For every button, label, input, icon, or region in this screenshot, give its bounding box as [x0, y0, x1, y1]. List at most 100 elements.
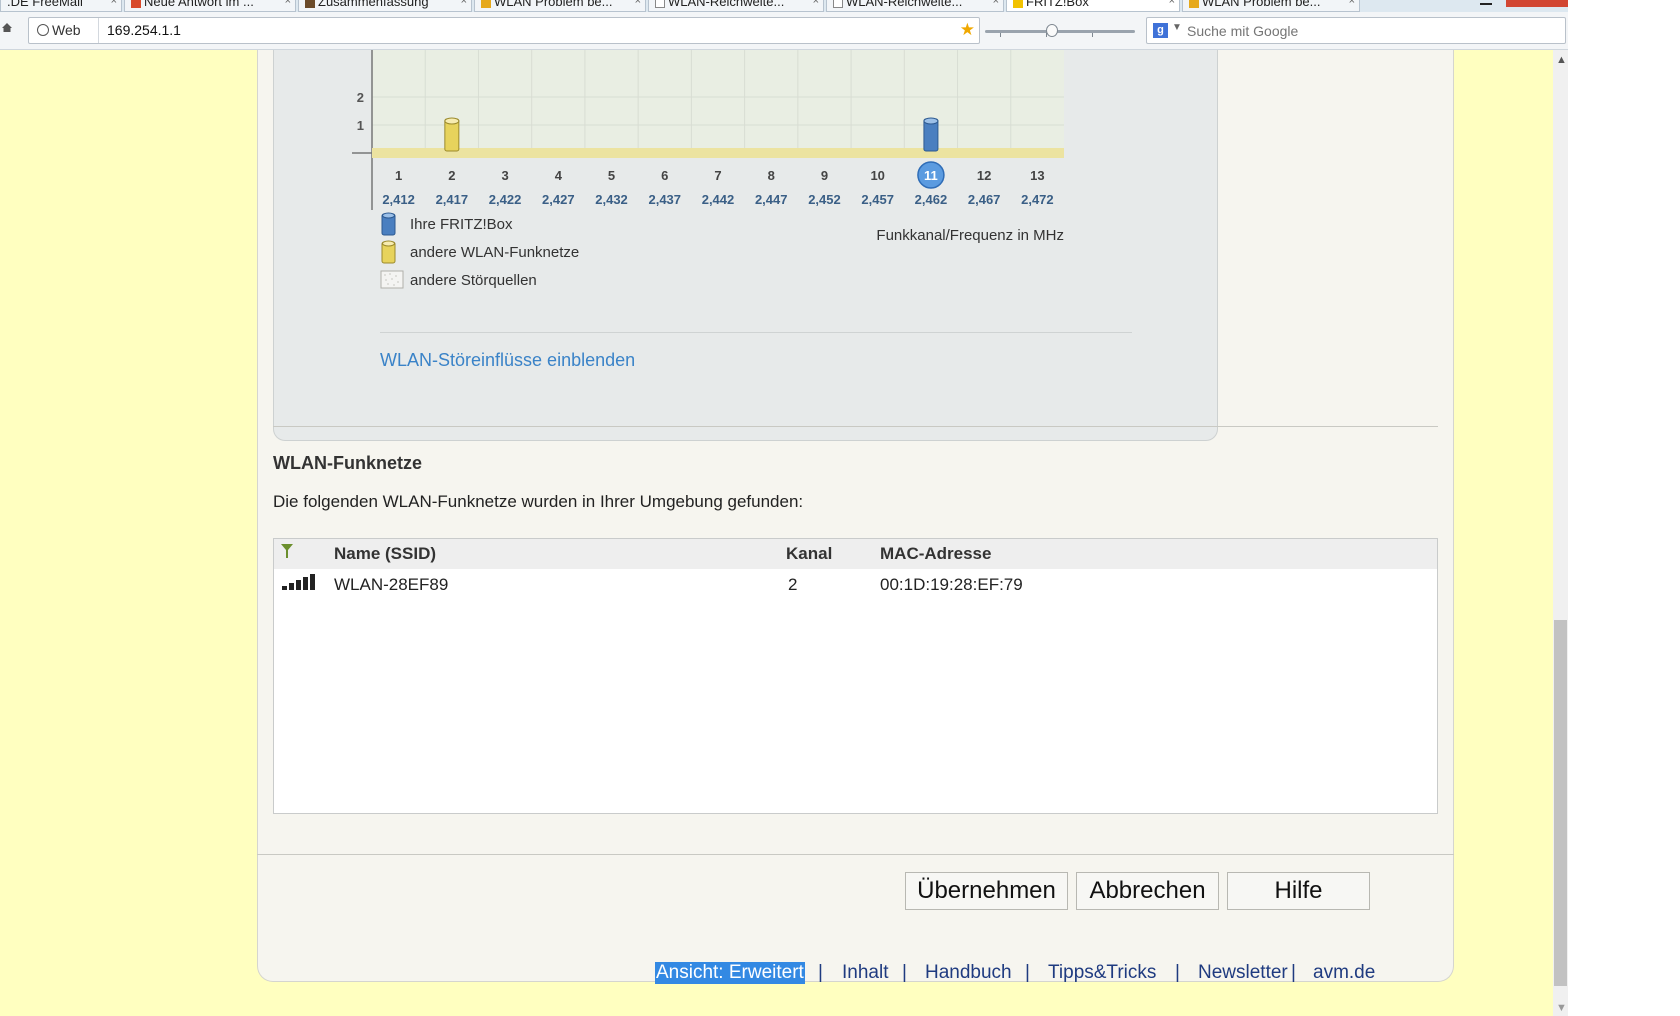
table-header: Name (SSID) Kanal MAC-Adresse [274, 539, 1437, 569]
tab-label: Neue Antwort im ... [144, 0, 254, 9]
frequency-tick-label: 2,422 [489, 192, 522, 207]
footer-separator: | [1025, 962, 1030, 983]
antenna-icon[interactable] [280, 543, 294, 559]
search-box[interactable]: g ▼ [1146, 17, 1566, 44]
tab-label: WLAN-Reichweite... [846, 0, 963, 9]
channel-tick-label: 1 [395, 168, 402, 183]
baseline-band [372, 148, 1064, 158]
frequency-tick-label: 2,437 [648, 192, 681, 207]
frequency-tick-label: 2,447 [755, 192, 788, 207]
tab-label: Zusammenfassung [318, 0, 429, 9]
frequency-tick-label: 2,467 [968, 192, 1001, 207]
channel-tick-label: 10 [870, 168, 884, 183]
scrollbar-thumb[interactable] [1554, 620, 1567, 986]
divider [380, 332, 1132, 333]
footer-link-manual[interactable]: Handbuch [925, 962, 1012, 984]
browser-tab[interactable]: Zusammenfassung × [298, 0, 472, 12]
channel-tick-label: 6 [661, 168, 668, 183]
channel-tick-label: 13 [1030, 168, 1044, 183]
google-icon[interactable]: g [1153, 23, 1168, 38]
legend-item: andere Störquellen [380, 270, 680, 296]
close-icon[interactable]: × [1169, 0, 1175, 7]
interference-pattern-icon [380, 270, 404, 289]
channel-tick-label: 11 [924, 168, 938, 183]
close-icon[interactable]: × [1349, 0, 1355, 7]
legend-label: Ihre FRITZ!Box [410, 216, 513, 233]
close-icon[interactable]: × [111, 0, 117, 7]
browser-tab[interactable]: Neue Antwort im ... × [124, 0, 296, 12]
footer-link-avm[interactable]: avm.de [1313, 962, 1375, 984]
browser-tab[interactable]: WLAN-Reichweite... × [826, 0, 1004, 12]
close-icon[interactable]: × [813, 0, 819, 7]
identity-label: Web [52, 22, 81, 38]
footer-separator: | [1291, 962, 1296, 983]
site-identity-button[interactable]: Web [29, 18, 99, 43]
legend-label: andere WLAN-Funknetze [410, 244, 580, 261]
page-icon [833, 0, 843, 8]
browser-tab[interactable]: WLAN Problem be... × [474, 0, 646, 12]
home-icon[interactable] [2, 23, 12, 32]
frequency-tick-label: 2,412 [382, 192, 415, 207]
zoom-slider-handle[interactable] [1046, 24, 1058, 37]
signal-bar [282, 586, 287, 590]
browser-tab[interactable]: .DE FreeMail × [0, 0, 122, 12]
column-header-channel[interactable]: Kanal [786, 544, 832, 564]
column-header-name[interactable]: Name (SSID) [334, 544, 436, 564]
browser-tab-active[interactable]: FRITZ!Box × [1006, 0, 1180, 12]
channel-tick-label: 3 [501, 168, 508, 183]
frequency-tick-label: 2,457 [861, 192, 894, 207]
divider [257, 854, 1454, 855]
tab-strip: .DE FreeMail × Neue Antwort im ... × Zusam… [0, 0, 1568, 12]
site-icon [131, 0, 141, 8]
legend-item: Ihre FRITZ!Box [380, 212, 680, 240]
channel-tick-label: 4 [555, 168, 563, 183]
page-icon [655, 0, 665, 8]
scroll-up-icon[interactable]: ▲ [1556, 54, 1567, 66]
scroll-down-icon[interactable]: ▼ [1556, 1002, 1567, 1014]
show-interference-link[interactable]: WLAN-Störeinflüsse einblenden [380, 350, 635, 371]
site-icon [305, 0, 315, 8]
channel-tick-label: 12 [977, 168, 991, 183]
tab-label: WLAN-Reichweite... [668, 0, 785, 9]
footer-nav: Ansicht: Erweitert | Inhalt | Handbuch |… [0, 962, 1553, 988]
zoom-tick [1092, 33, 1093, 37]
channel-tick-label: 5 [608, 168, 615, 183]
chevron-down-icon[interactable]: ▼ [1172, 22, 1182, 33]
help-button[interactable]: Hilfe [1227, 872, 1370, 910]
minimize-icon[interactable] [1480, 3, 1492, 5]
channel-tick-label: 2 [448, 168, 455, 183]
footer-link-view[interactable]: Ansicht: Erweitert [655, 962, 805, 984]
browser-tab[interactable]: WLAN Problem be... × [1182, 0, 1360, 12]
footer-link-newsletter[interactable]: Newsletter [1198, 962, 1288, 984]
close-icon[interactable]: × [635, 0, 641, 7]
close-icon[interactable]: × [993, 0, 999, 7]
frequency-tick-label: 2,442 [702, 192, 735, 207]
footer-separator: | [818, 962, 823, 983]
footer-link-content[interactable]: Inhalt [842, 962, 888, 984]
close-icon[interactable]: × [285, 0, 291, 7]
networks-title: WLAN-Funknetze [273, 453, 422, 473]
zoom-slider-track[interactable] [985, 30, 1135, 33]
url-text[interactable]: 169.254.1.1 [107, 18, 181, 43]
close-icon[interactable]: × [461, 0, 467, 7]
tab-label: WLAN Problem be... [494, 0, 613, 9]
browser-tab[interactable]: WLAN-Reichweite... × [648, 0, 824, 12]
network-channel: 2 [788, 575, 798, 594]
column-header-mac[interactable]: MAC-Adresse [880, 544, 991, 564]
frequency-tick-label: 2,427 [542, 192, 575, 207]
plot-area [372, 50, 1064, 153]
cancel-button[interactable]: Abbrechen [1076, 872, 1219, 910]
signal-bar [310, 574, 315, 590]
y-tick-label: 2 [357, 90, 364, 105]
vertical-scrollbar[interactable]: ▲ ▼ [1553, 50, 1568, 1016]
footer-link-tips[interactable]: Tipps&Tricks [1048, 962, 1156, 984]
network-name: WLAN-28EF89 [334, 575, 449, 594]
signal-strength-icon [282, 574, 315, 590]
apply-button[interactable]: Übernehmen [905, 872, 1068, 910]
y-tick-label: 1 [357, 118, 364, 133]
site-icon [1189, 0, 1199, 8]
close-window-button[interactable] [1506, 0, 1568, 7]
address-bar[interactable]: Web 169.254.1.1 ★ [28, 17, 980, 44]
bookmark-star-icon[interactable]: ★ [960, 19, 975, 41]
search-input[interactable] [1187, 21, 1557, 41]
